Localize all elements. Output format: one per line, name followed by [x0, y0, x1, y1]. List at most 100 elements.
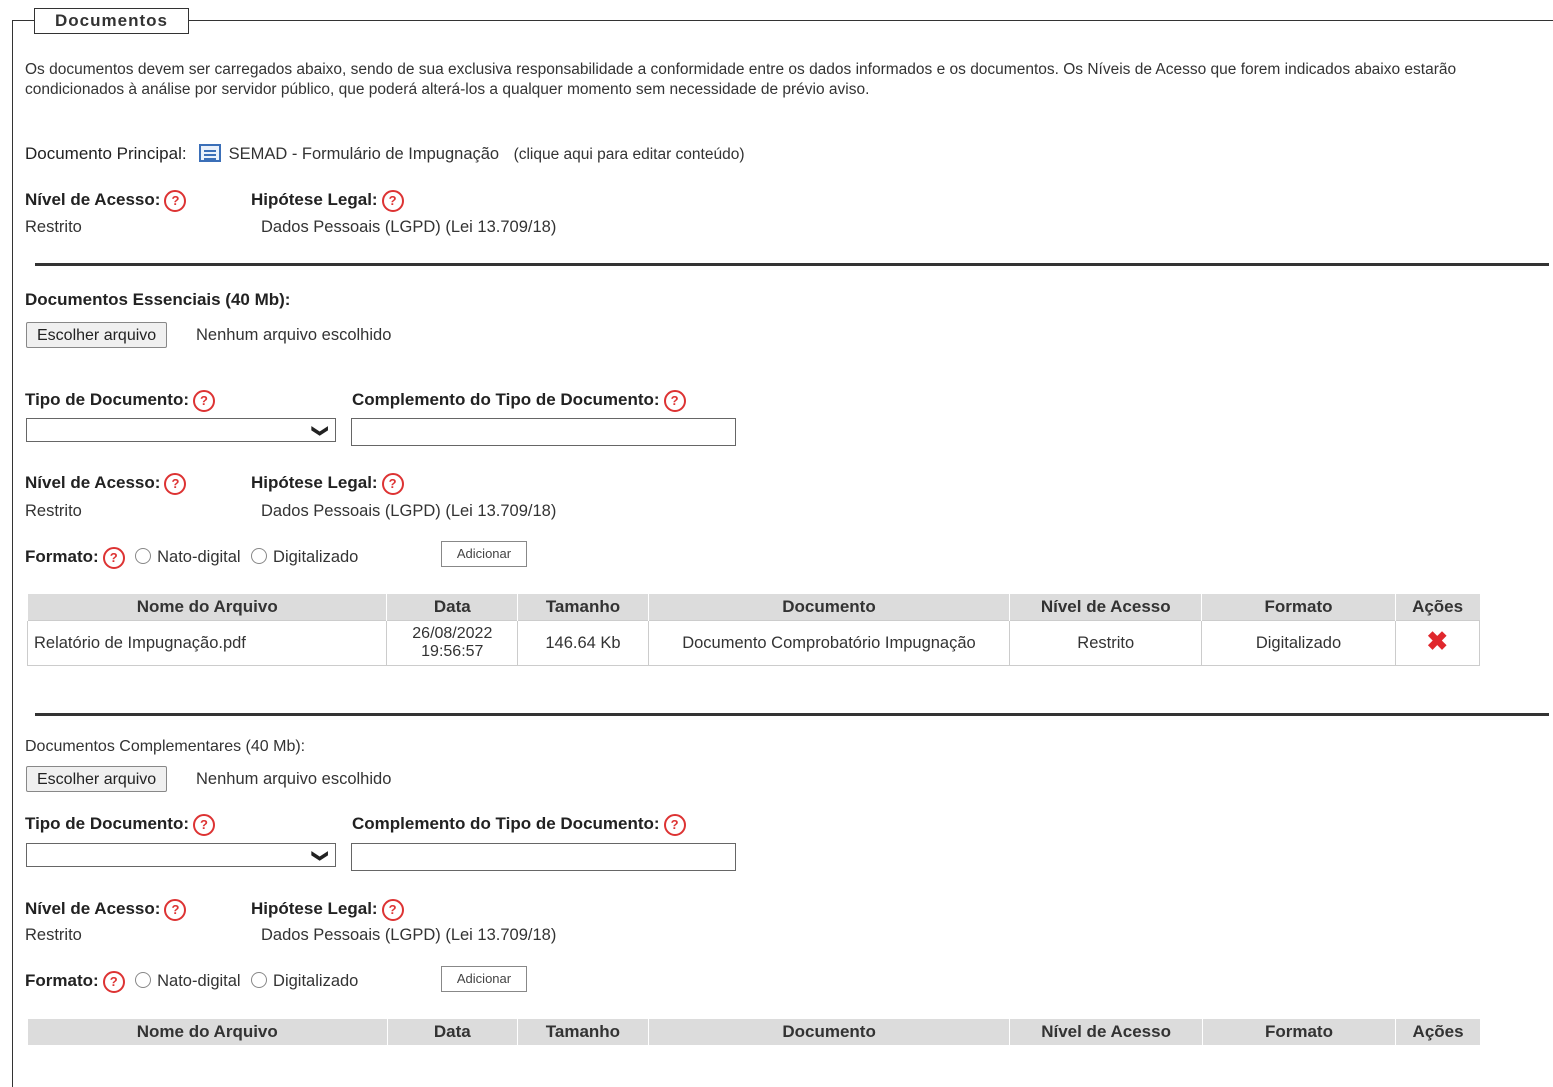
essenciais-tipo-label-wrap: Tipo de Documento:?	[25, 390, 216, 412]
col-header-documento[interactable]: Documento	[647, 1019, 1010, 1045]
complementares-hipotese-label: Hipótese Legal:	[251, 899, 378, 919]
help-icon[interactable]: ?	[663, 390, 686, 412]
essenciais-hipotese-label: Hipótese Legal:	[251, 473, 378, 493]
col-header-formato[interactable]: Formato	[1201, 594, 1396, 621]
complementares-choose-file-button[interactable]: Escolher arquivo	[26, 766, 168, 792]
cell-data: 26/08/2022 19:56:57	[386, 620, 519, 666]
principal-hipotese-value: Dados Pessoais (LGPD) (Lei 13.709/18)	[261, 218, 557, 236]
complementares-hipotese-value: Dados Pessoais (LGPD) (Lei 13.709/18)	[261, 926, 557, 944]
complementares-nivel-label-wrap: Nível de Acesso:?	[25, 899, 187, 921]
delete-icon[interactable]: ✖	[1426, 626, 1448, 656]
essenciais-choose-file-button[interactable]: Escolher arquivo	[26, 322, 168, 348]
principal-edit-hint[interactable]: (clique aqui para editar conteúdo)	[514, 146, 745, 163]
help-icon[interactable]: ?	[164, 899, 187, 921]
complementares-nivel-label: Nível de Acesso:	[25, 899, 161, 919]
complementares-table: Nome do Arquivo Data Tamanho Documento N…	[27, 1019, 1480, 1045]
complementares-formato-row: Formato:? Nato-digital Digitalizado	[25, 971, 358, 993]
chevron-down-icon: ❯	[311, 424, 329, 438]
cell-data-date: 26/08/2022	[412, 625, 493, 642]
help-icon[interactable]: ?	[193, 814, 216, 836]
principal-nivel-label: Nível de Acesso:	[25, 190, 161, 210]
complementares-hipotese-label-wrap: Hipótese Legal:?	[251, 899, 404, 921]
principal-nivel-value: Restrito	[25, 218, 82, 236]
table-row: Relatório de Impugnação.pdf 26/08/2022 19…	[26, 620, 1481, 666]
complementares-tipo-label-wrap: Tipo de Documento:?	[25, 814, 216, 836]
help-icon[interactable]: ?	[102, 547, 125, 569]
complementares-complemento-label: Complemento do Tipo de Documento:	[352, 814, 660, 834]
table-header-row: Nome do Arquivo Data Tamanho Documento N…	[27, 1019, 1480, 1045]
cell-acoes: ✖	[1394, 620, 1481, 666]
help-icon[interactable]: ?	[381, 473, 404, 495]
col-header-tamanho[interactable]: Tamanho	[517, 1019, 649, 1045]
complementares-no-file-text: Nenhum arquivo escolhido	[196, 770, 392, 788]
essenciais-nivel-label: Nível de Acesso:	[25, 473, 161, 493]
document-form-icon[interactable]	[198, 144, 221, 162]
essenciais-add-button[interactable]: Adicionar	[441, 541, 527, 567]
chevron-down-icon: ❯	[311, 849, 329, 863]
essenciais-complemento-label: Complemento do Tipo de Documento:	[352, 390, 660, 410]
option-nato-digital: Nato-digital	[157, 972, 241, 991]
option-nato-digital: Nato-digital	[157, 548, 241, 567]
col-header-nivel[interactable]: Nível de Acesso	[1009, 594, 1202, 621]
fieldset-border-top	[12, 20, 1553, 21]
essenciais-tipo-select[interactable]: ❯	[26, 418, 336, 442]
col-header-tamanho[interactable]: Tamanho	[517, 594, 649, 621]
fieldset-border-left	[12, 20, 13, 1087]
essenciais-complemento-input[interactable]	[351, 418, 736, 446]
essenciais-hipotese-label-wrap: Hipótese Legal:?	[251, 473, 404, 495]
help-icon[interactable]: ?	[164, 190, 187, 212]
table-header-row: Nome do Arquivo Data Tamanho Documento N…	[26, 594, 1480, 621]
col-header-acoes: Ações	[1395, 1019, 1480, 1045]
complementares-tipo-label: Tipo de Documento:	[25, 814, 190, 834]
help-icon[interactable]: ?	[164, 473, 187, 495]
radio-digitalizado[interactable]	[251, 972, 268, 988]
essenciais-nivel-label-wrap: Nível de Acesso:?	[25, 473, 187, 495]
principal-nivel-label-wrap: Nível de Acesso:?	[25, 190, 187, 212]
complementares-add-button[interactable]: Adicionar	[441, 966, 527, 992]
radio-nato-digital[interactable]	[135, 972, 152, 988]
principal-hipotese-label-wrap: Hipótese Legal:?	[251, 190, 404, 212]
essenciais-hipotese-value: Dados Pessoais (LGPD) (Lei 13.709/18)	[261, 502, 557, 520]
cell-data-time: 19:56:57	[421, 643, 484, 660]
radio-digitalizado[interactable]	[251, 548, 268, 564]
complementares-label: Documentos Complementares (40 Mb):	[25, 738, 306, 755]
help-icon[interactable]: ?	[102, 971, 125, 993]
col-header-acoes: Ações	[1394, 594, 1480, 621]
col-header-data[interactable]: Data	[386, 594, 518, 621]
section-divider	[35, 713, 1549, 716]
col-header-nome[interactable]: Nome do Arquivo	[26, 594, 387, 621]
essenciais-table: Nome do Arquivo Data Tamanho Documento N…	[26, 594, 1481, 666]
help-icon[interactable]: ?	[381, 899, 404, 921]
complementares-nivel-value: Restrito	[25, 926, 82, 944]
complementares-complemento-label-wrap: Complemento do Tipo de Documento:?	[352, 814, 686, 836]
fieldset-legend: Documentos	[34, 8, 189, 34]
complementares-complemento-input[interactable]	[351, 843, 736, 871]
col-header-nivel[interactable]: Nível de Acesso	[1009, 1019, 1203, 1045]
help-icon[interactable]: ?	[381, 190, 404, 212]
principal-doc-link[interactable]: SEMAD - Formulário de Impugnação	[229, 145, 500, 163]
cell-documento: Documento Comprobatório Impugnação	[647, 620, 1011, 666]
cell-tamanho: 146.64 Kb	[517, 620, 649, 666]
essenciais-nivel-value: Restrito	[25, 502, 82, 520]
col-header-data[interactable]: Data	[386, 1019, 518, 1045]
col-header-documento[interactable]: Documento	[647, 594, 1010, 621]
col-header-formato[interactable]: Formato	[1201, 1019, 1396, 1045]
radio-nato-digital[interactable]	[135, 548, 152, 564]
option-digitalizado: Digitalizado	[273, 972, 359, 991]
essenciais-formato-label: Formato:	[25, 547, 99, 567]
complementares-formato-label: Formato:	[25, 971, 99, 991]
col-header-nome[interactable]: Nome do Arquivo	[27, 1019, 388, 1045]
essenciais-tipo-label: Tipo de Documento:	[25, 390, 190, 410]
cell-formato: Digitalizado	[1201, 620, 1396, 666]
essenciais-no-file-text: Nenhum arquivo escolhido	[196, 326, 392, 344]
help-icon[interactable]: ?	[663, 814, 686, 836]
complementares-tipo-select[interactable]: ❯	[26, 843, 336, 867]
principal-row: Documento Principal: SEMAD - Formulário d…	[25, 144, 745, 164]
essenciais-formato-row: Formato:? Nato-digital Digitalizado	[25, 547, 358, 569]
essenciais-complemento-label-wrap: Complemento do Tipo de Documento:?	[352, 390, 686, 412]
essenciais-label: Documentos Essenciais (40 Mb):	[25, 290, 291, 309]
help-icon[interactable]: ?	[193, 390, 216, 412]
intro-text: Os documentos devem ser carregados abaix…	[25, 61, 1457, 98]
cell-nome: Relatório de Impugnação.pdf	[26, 620, 388, 666]
principal-label: Documento Principal:	[25, 144, 187, 163]
